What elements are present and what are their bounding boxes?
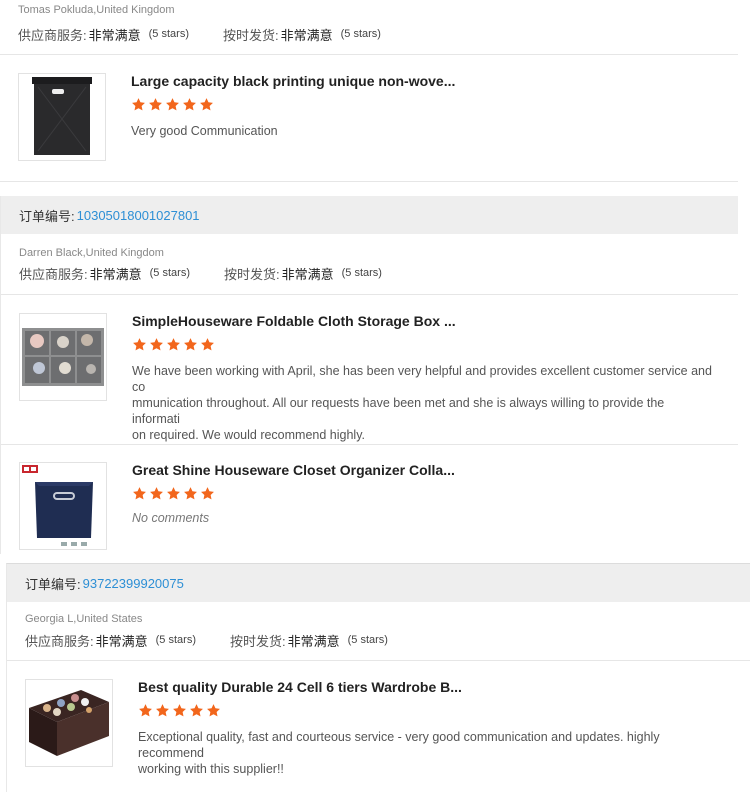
shipping-value: 非常满意 — [280, 27, 333, 43]
star-icon — [200, 486, 215, 501]
star-icon — [182, 97, 197, 112]
review-comment-line: We have been working with April, she has… — [132, 364, 712, 394]
star-rating — [132, 337, 215, 352]
star-icon — [189, 703, 204, 718]
rating-summary: 供应商服务: 非常满意 (5 stars) 按时发货: 非常满意 (5 star… — [7, 630, 750, 650]
star-icon — [183, 486, 198, 501]
star-icon — [155, 703, 170, 718]
shipping-label: 按时发货: — [223, 266, 280, 282]
storage-box-set-icon — [22, 328, 104, 386]
shipping-stars-text: (5 stars) — [347, 634, 388, 646]
star-rating — [132, 486, 215, 501]
service-value: 非常满意 — [88, 27, 141, 43]
review-comment: Exceptional quality, fast and courteous … — [138, 729, 718, 777]
order-card: 订单编号: 93722399920075 Georgia L,United St… — [6, 563, 750, 792]
shipping-value: 非常满意 — [281, 266, 334, 282]
shipping-stars-text: (5 stars) — [341, 267, 382, 279]
black-storage-bin-icon — [32, 77, 92, 155]
buyer-name: Georgia L,United States — [25, 613, 143, 625]
review-comment-line: working with this supplier!! — [138, 762, 284, 776]
review-comment-line: on required. We would recommend highly. — [132, 428, 365, 442]
review-comment: No comments — [132, 511, 210, 525]
product-title[interactable]: Best quality Durable 24 Cell 6 tiers War… — [138, 679, 462, 695]
review-comment: Very good Communication — [131, 124, 278, 138]
order-header: 订单编号: 10305018001027801 — [1, 196, 738, 234]
star-rating — [131, 97, 214, 112]
product-title[interactable]: SimpleHouseware Foldable Cloth Storage B… — [132, 313, 456, 329]
shipping-value: 非常满意 — [287, 633, 340, 649]
order-number-label: 订单编号: — [25, 576, 81, 592]
service-label: 供应商服务: — [25, 633, 94, 649]
review-item: SimpleHouseware Foldable Cloth Storage B… — [1, 295, 738, 445]
review-comment-line: Exceptional quality, fast and courteous … — [138, 730, 660, 760]
order-card: Tomas Pokluda,United Kingdom 供应商服务: 非常满意… — [0, 0, 738, 182]
product-thumbnail[interactable] — [18, 73, 106, 161]
review-comment: We have been working with April, she has… — [132, 363, 712, 443]
star-icon — [166, 337, 181, 352]
star-icon — [132, 486, 147, 501]
star-icon — [165, 97, 180, 112]
shipping-label: 按时发货: — [222, 27, 279, 43]
drawer-organizer-icon — [29, 690, 109, 756]
star-icon — [149, 337, 164, 352]
star-icon — [131, 97, 146, 112]
rating-summary: 供应商服务: 非常满意 (5 stars) 按时发货: 非常满意 (5 star… — [0, 24, 738, 44]
star-icon — [132, 337, 147, 352]
navy-cube-bin-icon — [22, 465, 93, 546]
review-item: Great Shine Houseware Closet Organizer C… — [1, 444, 738, 554]
service-stars-text: (5 stars) — [148, 28, 189, 40]
star-icon — [166, 486, 181, 501]
order-header: 订单编号: 93722399920075 — [7, 564, 750, 602]
product-title[interactable]: Large capacity black printing unique non… — [131, 73, 455, 89]
star-icon — [138, 703, 153, 718]
product-thumbnail[interactable] — [25, 679, 113, 767]
star-icon — [172, 703, 187, 718]
service-stars-text: (5 stars) — [155, 634, 196, 646]
review-item: Large capacity black printing unique non… — [0, 55, 738, 181]
shipping-label: 按时发货: — [229, 633, 286, 649]
service-label: 供应商服务: — [19, 266, 88, 282]
star-icon — [199, 97, 214, 112]
order-number-label: 订单编号: — [19, 208, 75, 224]
review-comment-line: mmunication throughout. All our requests… — [132, 396, 665, 426]
service-stars-text: (5 stars) — [149, 267, 190, 279]
star-icon — [206, 703, 221, 718]
product-title[interactable]: Great Shine Houseware Closet Organizer C… — [132, 462, 455, 478]
review-item: Best quality Durable 24 Cell 6 tiers War… — [7, 661, 750, 792]
buyer-name: Darren Black,United Kingdom — [19, 247, 164, 259]
order-number-link[interactable]: 10305018001027801 — [77, 208, 200, 223]
star-rating — [138, 703, 221, 718]
star-icon — [148, 97, 163, 112]
product-thumbnail[interactable] — [19, 462, 107, 550]
service-value: 非常满意 — [89, 266, 142, 282]
service-label: 供应商服务: — [18, 27, 87, 43]
shipping-stars-text: (5 stars) — [340, 28, 381, 40]
star-icon — [149, 486, 164, 501]
buyer-name: Tomas Pokluda,United Kingdom — [18, 4, 175, 16]
order-card: 订单编号: 10305018001027801 Darren Black,Uni… — [0, 196, 738, 554]
product-thumbnail[interactable] — [19, 313, 107, 401]
star-icon — [183, 337, 198, 352]
service-value: 非常满意 — [95, 633, 148, 649]
order-number-link[interactable]: 93722399920075 — [83, 576, 184, 591]
star-icon — [200, 337, 215, 352]
rating-summary: 供应商服务: 非常满意 (5 stars) 按时发货: 非常满意 (5 star… — [1, 263, 738, 283]
